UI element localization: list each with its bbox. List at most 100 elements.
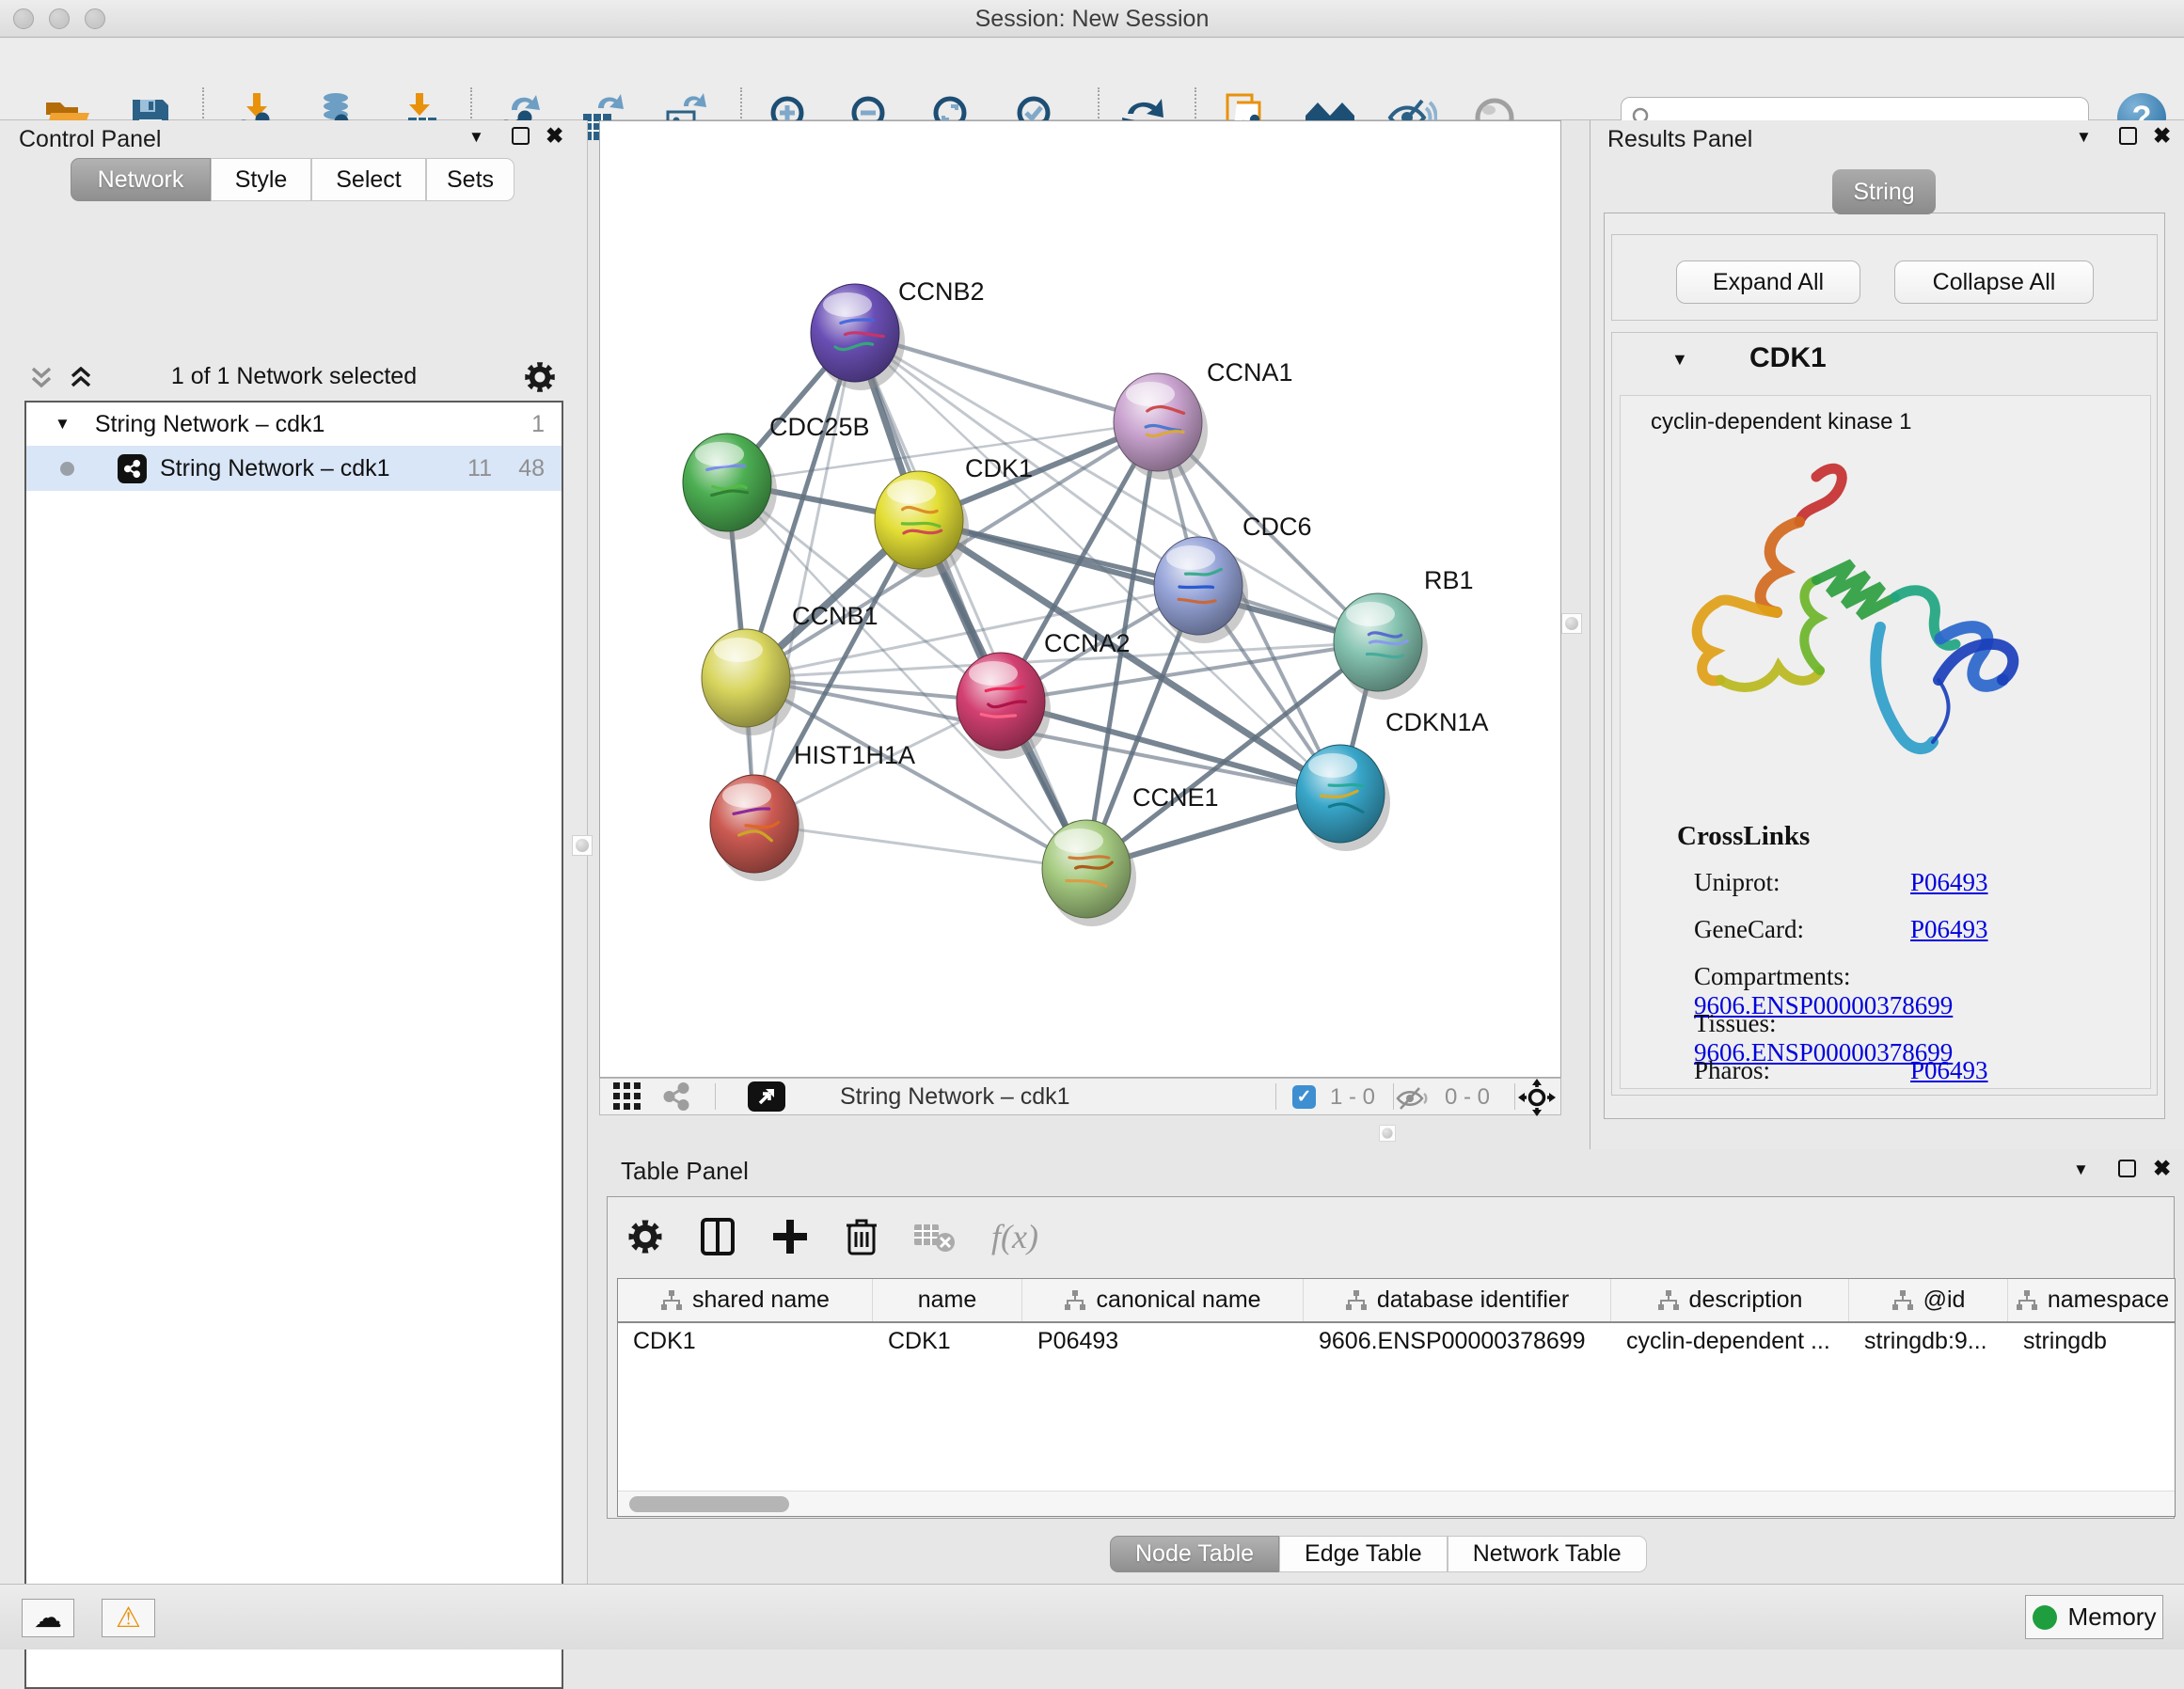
- cell-database-identifier[interactable]: 9606.ENSP00000378699: [1304, 1328, 1611, 1355]
- node-label-CCNB2[interactable]: CCNB2: [898, 277, 985, 306]
- share-view-icon[interactable]: [662, 1082, 690, 1111]
- table-horizontal-scrollbar[interactable]: [618, 1491, 2175, 1516]
- column-header-namespace[interactable]: namespace: [2008, 1279, 2176, 1321]
- panel-menu-icon[interactable]: ▼: [2073, 1160, 2089, 1179]
- panel-float-icon[interactable]: [512, 127, 530, 145]
- crosslink-label: Pharos:: [1694, 1056, 1910, 1085]
- table-settings-gear-icon[interactable]: [626, 1218, 664, 1255]
- selection-checkbox-icon[interactable]: ✓: [1292, 1085, 1316, 1109]
- warnings-button[interactable]: ⚠: [102, 1599, 155, 1637]
- node-label-CDC6[interactable]: CDC6: [1242, 513, 1312, 541]
- panel-float-icon[interactable]: [2119, 127, 2137, 145]
- table-tabs: Node TableEdge TableNetwork Table: [1110, 1536, 1647, 1572]
- crosslink-link[interactable]: P06493: [1910, 1056, 1988, 1084]
- cloud-button[interactable]: ☁: [22, 1599, 74, 1637]
- table-panel: Table Panel ▼ ✖ f(x) shared namenamecano…: [599, 1149, 2184, 1584]
- shared-column-icon: [1064, 1290, 1086, 1311]
- crosslink-label: Compartments:: [1694, 962, 1910, 991]
- memory-label: Memory: [2068, 1602, 2157, 1632]
- column-header-shared-name[interactable]: shared name: [618, 1279, 873, 1321]
- select-columns-icon[interactable]: [700, 1217, 736, 1256]
- delete-table-icon[interactable]: [914, 1221, 956, 1253]
- fit-content-crosshair-icon[interactable]: [1517, 1078, 1557, 1117]
- birdseye-view-icon[interactable]: [748, 1081, 785, 1112]
- column-header-database-identifier[interactable]: database identifier: [1304, 1279, 1611, 1321]
- tab-sets[interactable]: Sets: [426, 158, 514, 201]
- tab-network-table[interactable]: Network Table: [1448, 1536, 1647, 1572]
- cell-canonical-name[interactable]: P06493: [1022, 1328, 1304, 1355]
- tab-string[interactable]: String: [1832, 169, 1936, 214]
- toolbar-divider: [1514, 1083, 1515, 1110]
- gene-caret-icon[interactable]: ▼: [1671, 350, 1688, 370]
- network-current-dot-icon: [60, 462, 74, 476]
- node-label-CDKN1A[interactable]: CDKN1A: [1385, 708, 1489, 736]
- node-label-CCNA2[interactable]: CCNA2: [1044, 629, 1131, 657]
- node-label-CCNA1[interactable]: CCNA1: [1207, 358, 1293, 387]
- shared-column-icon: [2016, 1290, 2038, 1311]
- memory-status-dot-icon: [2033, 1605, 2057, 1630]
- node-table[interactable]: shared namenamecanonical namedatabase id…: [617, 1278, 2176, 1517]
- add-column-icon[interactable]: [771, 1218, 809, 1255]
- column-header-name[interactable]: name: [873, 1279, 1022, 1321]
- control-panel-tabs: NetworkStyleSelectSets: [71, 158, 514, 201]
- cell-shared-name[interactable]: CDK1: [618, 1328, 873, 1355]
- main-toolbar: ?: [0, 39, 2184, 120]
- network-canvas[interactable]: CCNB2 CCNA1 CDC25B CDK1 CDC6 RB1 CCNB1 CCNA2 CDK…: [599, 120, 1561, 1078]
- string-results-container: Expand All Collapse All ▼ CDK1 cyclin-de…: [1604, 213, 2165, 1119]
- delete-column-icon[interactable]: [845, 1216, 878, 1257]
- node-label-CCNE1[interactable]: CCNE1: [1132, 783, 1219, 812]
- function-builder-icon[interactable]: f(x): [991, 1217, 1038, 1256]
- table-header-row: shared namenamecanonical namedatabase id…: [618, 1279, 2175, 1323]
- network-view-title: String Network – cdk1: [840, 1083, 1070, 1111]
- panel-menu-icon[interactable]: ▼: [468, 128, 484, 147]
- node-label-CDC25B[interactable]: CDC25B: [769, 413, 870, 441]
- tab-select[interactable]: Select: [311, 158, 426, 201]
- panel-close-icon[interactable]: ✖: [2153, 1160, 2171, 1177]
- right-splitter-handle[interactable]: [1561, 613, 1582, 634]
- shared-column-icon: [1657, 1290, 1680, 1311]
- cell-name[interactable]: CDK1: [873, 1328, 1022, 1355]
- hidden-eye-icon: [1396, 1086, 1428, 1111]
- toolbar-divider: [1275, 1083, 1276, 1110]
- column-header-canonical-name[interactable]: canonical name: [1022, 1279, 1304, 1321]
- table-row[interactable]: CDK1CDK1P064939606.ENSP00000378699cyclin…: [618, 1323, 2175, 1359]
- tab-style[interactable]: Style: [211, 158, 311, 201]
- grid-view-icon[interactable]: [613, 1082, 641, 1111]
- crosslink-link[interactable]: P06493: [1910, 915, 1988, 943]
- expand-all-button[interactable]: Expand All: [1676, 260, 1860, 304]
- scrollbar-thumb[interactable]: [629, 1496, 789, 1512]
- collapse-all-button[interactable]: Collapse All: [1894, 260, 2094, 304]
- collection-count: 1: [531, 411, 545, 438]
- cell-description[interactable]: cyclin-dependent ...: [1611, 1328, 1849, 1355]
- toolbar-divider: [1393, 1083, 1394, 1110]
- tab-network[interactable]: Network: [71, 158, 211, 201]
- panel-menu-icon[interactable]: ▼: [2076, 128, 2092, 147]
- crosslinks-heading: CrossLinks: [1677, 821, 1810, 852]
- cell-namespace[interactable]: stringdb: [2008, 1328, 2176, 1355]
- network-collection-row[interactable]: ▼ String Network – cdk1 1: [26, 403, 562, 446]
- crosslink-link[interactable]: P06493: [1910, 868, 1988, 896]
- network-row[interactable]: String Network – cdk1 11 48: [26, 446, 562, 491]
- collection-caret-icon[interactable]: ▼: [55, 415, 71, 434]
- node-label-HIST1H1A[interactable]: HIST1H1A: [794, 741, 915, 769]
- tab-edge-table[interactable]: Edge Table: [1279, 1536, 1448, 1572]
- shared-column-icon: [1891, 1290, 1914, 1311]
- tab-node-table[interactable]: Node Table: [1110, 1536, 1279, 1572]
- column-header-description[interactable]: description: [1611, 1279, 1849, 1321]
- gear-icon[interactable]: [523, 360, 557, 394]
- panel-close-icon[interactable]: ✖: [546, 127, 563, 145]
- column-header-@id[interactable]: @id: [1849, 1279, 2008, 1321]
- bottom-splitter-handle[interactable]: [1379, 1125, 1396, 1142]
- node-label-CCNB1[interactable]: CCNB1: [792, 602, 878, 630]
- left-splitter-handle[interactable]: [572, 835, 593, 856]
- control-panel: Control Panel ▼ ✖ NetworkStyleSelectSets…: [0, 120, 588, 1584]
- node-label-CDK1[interactable]: CDK1: [965, 454, 1033, 482]
- cell-@id[interactable]: stringdb:9...: [1849, 1328, 2008, 1355]
- gene-description: cyclin-dependent kinase 1: [1651, 409, 1912, 435]
- panel-close-icon[interactable]: ✖: [2153, 127, 2171, 145]
- string-network-graph[interactable]: CCNB2 CCNA1 CDC25B CDK1 CDC6 RB1 CCNB1 CCNA2 CDK…: [600, 121, 1560, 1077]
- node-label-RB1[interactable]: RB1: [1424, 566, 1474, 594]
- warning-icon: ⚠: [116, 1602, 141, 1634]
- panel-float-icon[interactable]: [2118, 1160, 2136, 1177]
- memory-button[interactable]: Memory: [2025, 1595, 2163, 1639]
